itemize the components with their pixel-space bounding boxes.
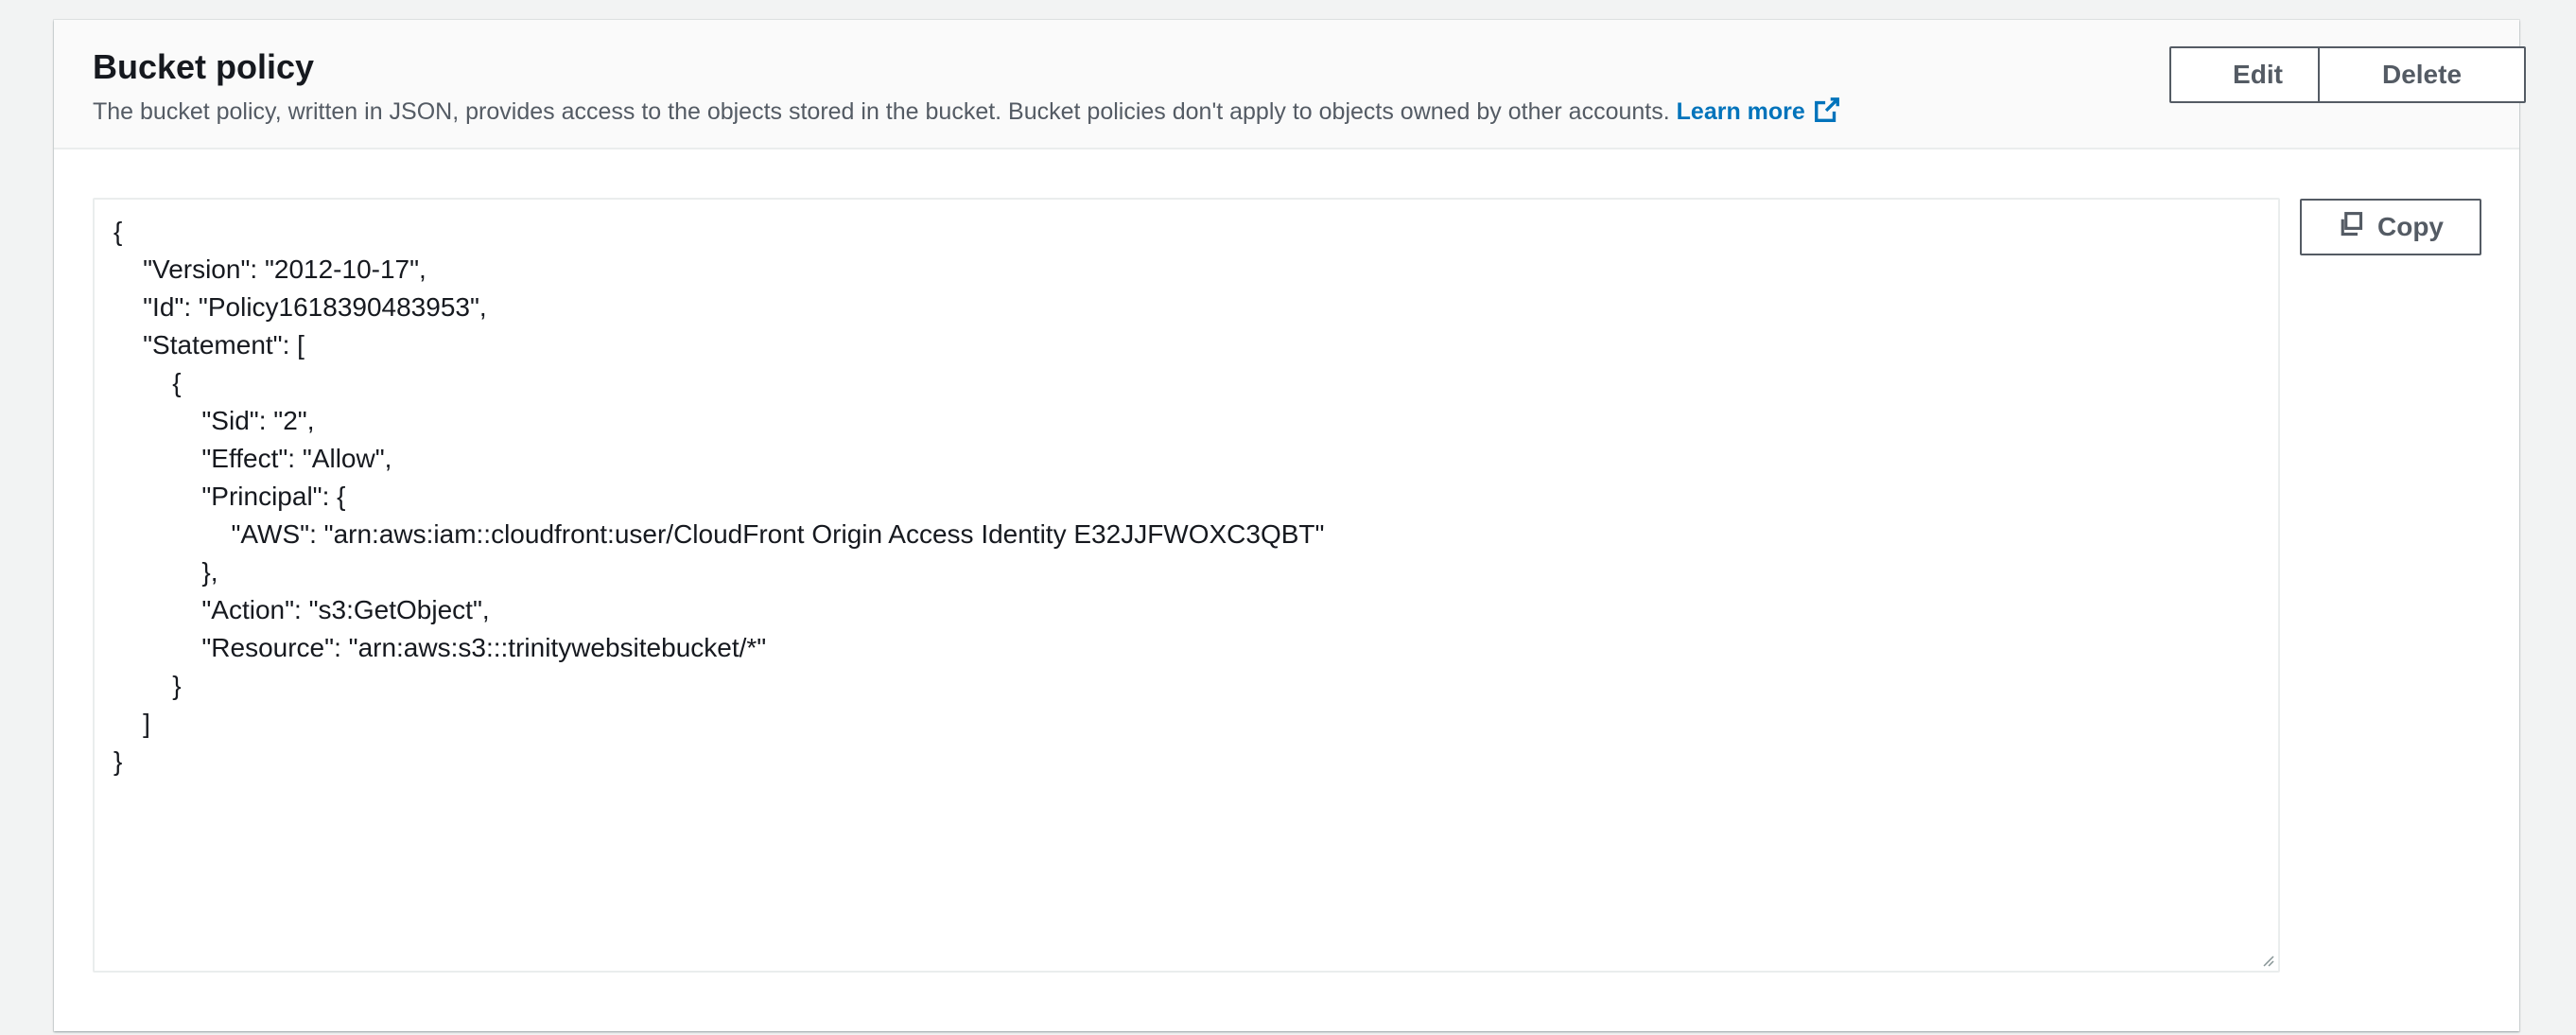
- copy-label: Copy: [2377, 212, 2444, 241]
- description-text: The bucket policy, written in JSON, prov…: [93, 98, 1670, 125]
- panel-title: Bucket policy: [93, 47, 315, 86]
- copy-button[interactable]: Copy: [2300, 199, 2481, 255]
- copy-icon: [2338, 211, 2364, 244]
- panel-header: Bucket policy The bucket policy, written…: [54, 20, 2526, 149]
- resize-grip-icon[interactable]: [2259, 952, 2274, 967]
- external-link-icon: [1813, 96, 1841, 132]
- delete-button[interactable]: Delete: [2318, 46, 2526, 103]
- learn-more-label: Learn more: [1676, 98, 1805, 125]
- policy-editor[interactable]: { "Version": "2012-10-17", "Id": "Policy…: [93, 198, 2280, 973]
- learn-more-link[interactable]: Learn more: [1676, 97, 1841, 125]
- panel-description: The bucket policy, written in JSON, prov…: [93, 96, 1841, 132]
- policy-json-text: { "Version": "2012-10-17", "Id": "Policy…: [113, 217, 1325, 776]
- bucket-policy-panel: Bucket policy The bucket policy, written…: [54, 20, 2526, 1031]
